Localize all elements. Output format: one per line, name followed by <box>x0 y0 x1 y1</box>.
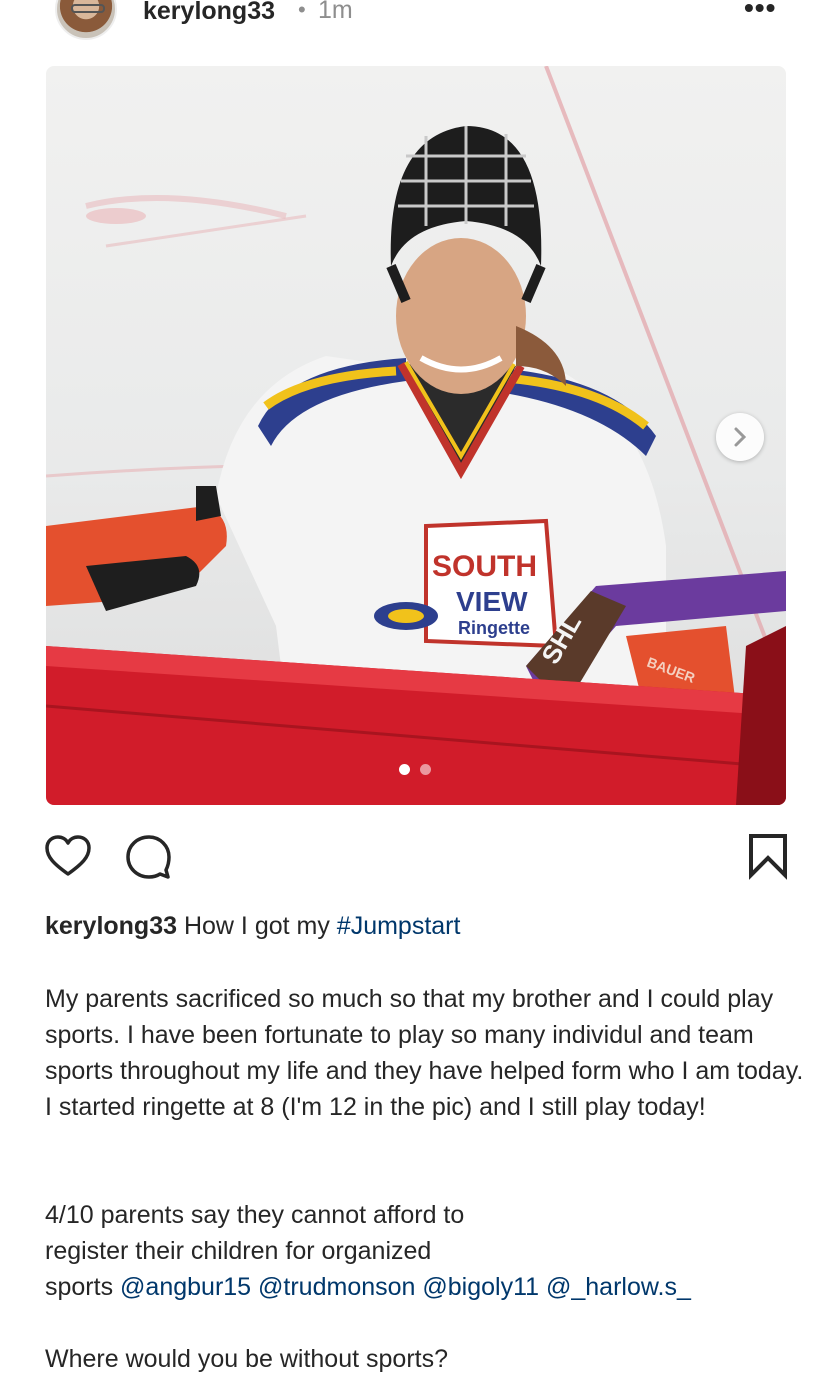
mention-link[interactable]: @trudmonson <box>258 1273 415 1301</box>
mention-link[interactable]: @angbur15 <box>120 1273 251 1301</box>
mention-link[interactable]: @_harlow.s_ <box>546 1273 691 1301</box>
mention-link[interactable]: @bigoly11 <box>422 1273 539 1301</box>
caption-paragraph-2-line-1: 4/10 parents say they cannot afford to <box>45 1201 465 1229</box>
action-bar <box>0 830 817 886</box>
jersey-logo-mid: VIEW <box>456 586 528 617</box>
bookmark-icon <box>749 834 787 880</box>
carousel-indicator <box>399 764 433 776</box>
caption-paragraph-1: My parents sacrificed so much so that my… <box>45 985 804 1121</box>
save-button[interactable] <box>742 830 794 882</box>
post-header: kerylong33 • 1m ••• <box>0 0 817 40</box>
hashtag-link[interactable]: #Jumpstart <box>337 912 461 940</box>
comment-button[interactable] <box>122 830 174 882</box>
post-username[interactable]: kerylong33 <box>143 0 275 26</box>
carousel-dot <box>420 764 431 775</box>
jersey-logo-top: SOUTH <box>432 550 537 583</box>
comment-icon <box>126 835 171 879</box>
carousel-dot-active <box>399 764 410 775</box>
goalie-photo-illustration: SOUTH VIEW Ringette SHL BAUER <box>46 66 786 805</box>
next-image-button[interactable] <box>716 413 764 461</box>
caption-paragraph-2-line-3: sports @angbur15 @trudmonson @bigoly11 @… <box>45 1269 805 1305</box>
caption-paragraph-2-line-2: register their children for organized <box>45 1237 432 1265</box>
heart-icon <box>45 835 91 876</box>
post-image[interactable]: SOUTH VIEW Ringette SHL BAUER <box>46 66 786 805</box>
time-separator: • <box>298 0 306 22</box>
caption-line: kerylong33 How I got my #Jumpstart <box>45 908 790 944</box>
caption-paragraph-3: Where would you be without sports? <box>45 1345 448 1373</box>
more-options-icon[interactable]: ••• <box>744 0 776 24</box>
like-button[interactable] <box>42 830 94 882</box>
caption-username[interactable]: kerylong33 <box>45 912 177 940</box>
jersey-logo-bottom: Ringette <box>458 618 530 638</box>
user-avatar[interactable] <box>55 0 117 40</box>
post-timestamp[interactable]: 1m <box>318 0 353 25</box>
caption-paragraph-2: 4/10 parents say they cannot afford to r… <box>45 1197 805 1305</box>
caption-text: How I got my <box>183 912 330 940</box>
caption-paragraph-2-line-3-text: sports <box>45 1273 114 1301</box>
chevron-right-icon <box>734 427 747 447</box>
